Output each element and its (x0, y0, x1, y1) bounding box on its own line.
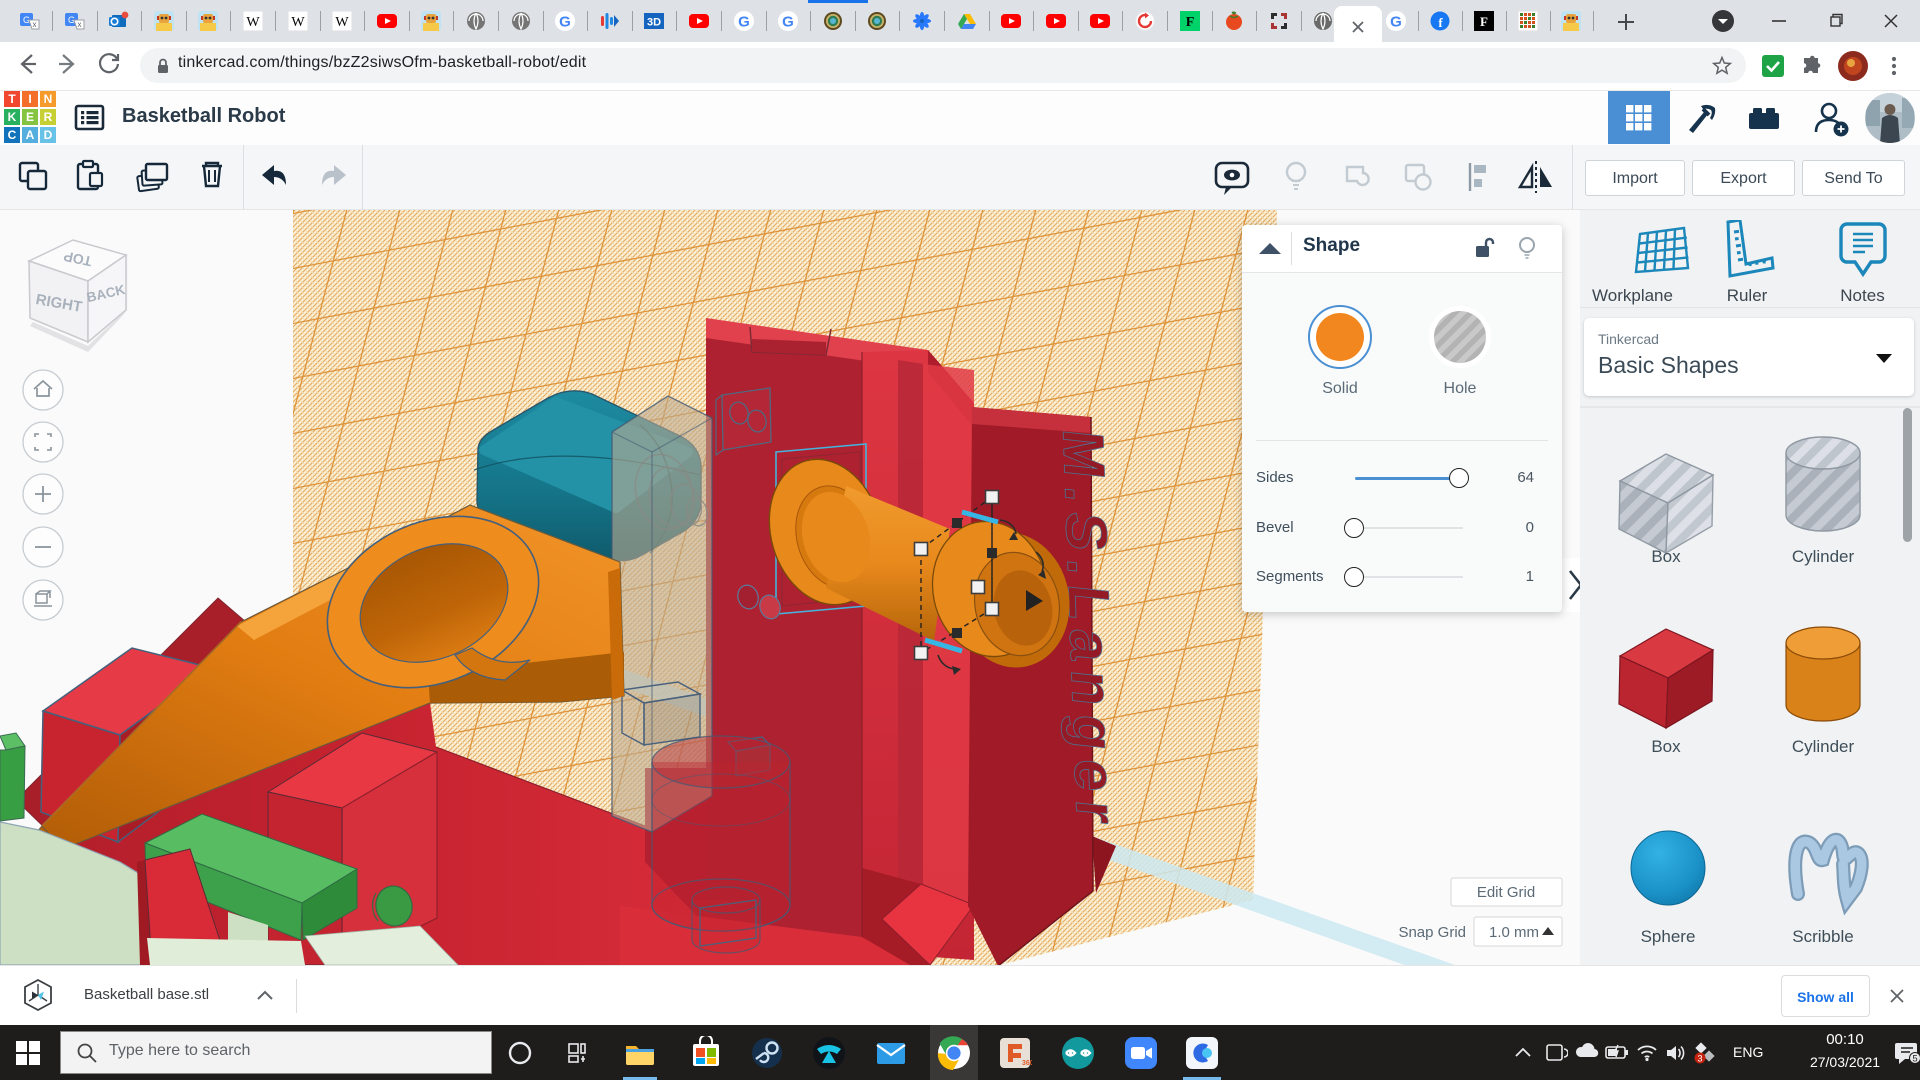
svg-text:Sphere: Sphere (1641, 927, 1696, 946)
svg-text:Solid: Solid (1322, 380, 1358, 397)
svg-text:Hole: Hole (1444, 380, 1477, 397)
svg-text:Box: Box (1651, 737, 1681, 756)
svg-text:W: W (246, 15, 260, 30)
svg-text:F: F (1185, 15, 1194, 30)
svg-text:Cylinder: Cylinder (1792, 547, 1855, 566)
svg-text:G: G (738, 14, 750, 31)
svg-text:360: 360 (1022, 1060, 1032, 1067)
svg-text:x: x (33, 20, 37, 29)
svg-text:3D: 3D (647, 17, 661, 29)
svg-text:G: G (782, 14, 794, 31)
svg-text:W: W (291, 15, 305, 30)
svg-text:5: 5 (1912, 1054, 1917, 1065)
svg-text:Edit Grid: Edit Grid (1477, 884, 1535, 901)
svg-text:F: F (1480, 14, 1488, 29)
svg-text:Snap Grid: Snap Grid (1398, 924, 1466, 941)
svg-text:G: G (559, 14, 571, 31)
svg-text:3: 3 (1697, 1054, 1702, 1064)
svg-text:x: x (77, 20, 81, 29)
svg-text:W: W (336, 15, 350, 30)
svg-text:1.0 mm: 1.0 mm (1489, 924, 1539, 941)
svg-text:f: f (1438, 15, 1443, 30)
svg-text:Cylinder: Cylinder (1792, 737, 1855, 756)
svg-text:G: G (1390, 14, 1402, 31)
svg-text:Box: Box (1651, 547, 1681, 566)
svg-text:Scribble: Scribble (1792, 927, 1853, 946)
